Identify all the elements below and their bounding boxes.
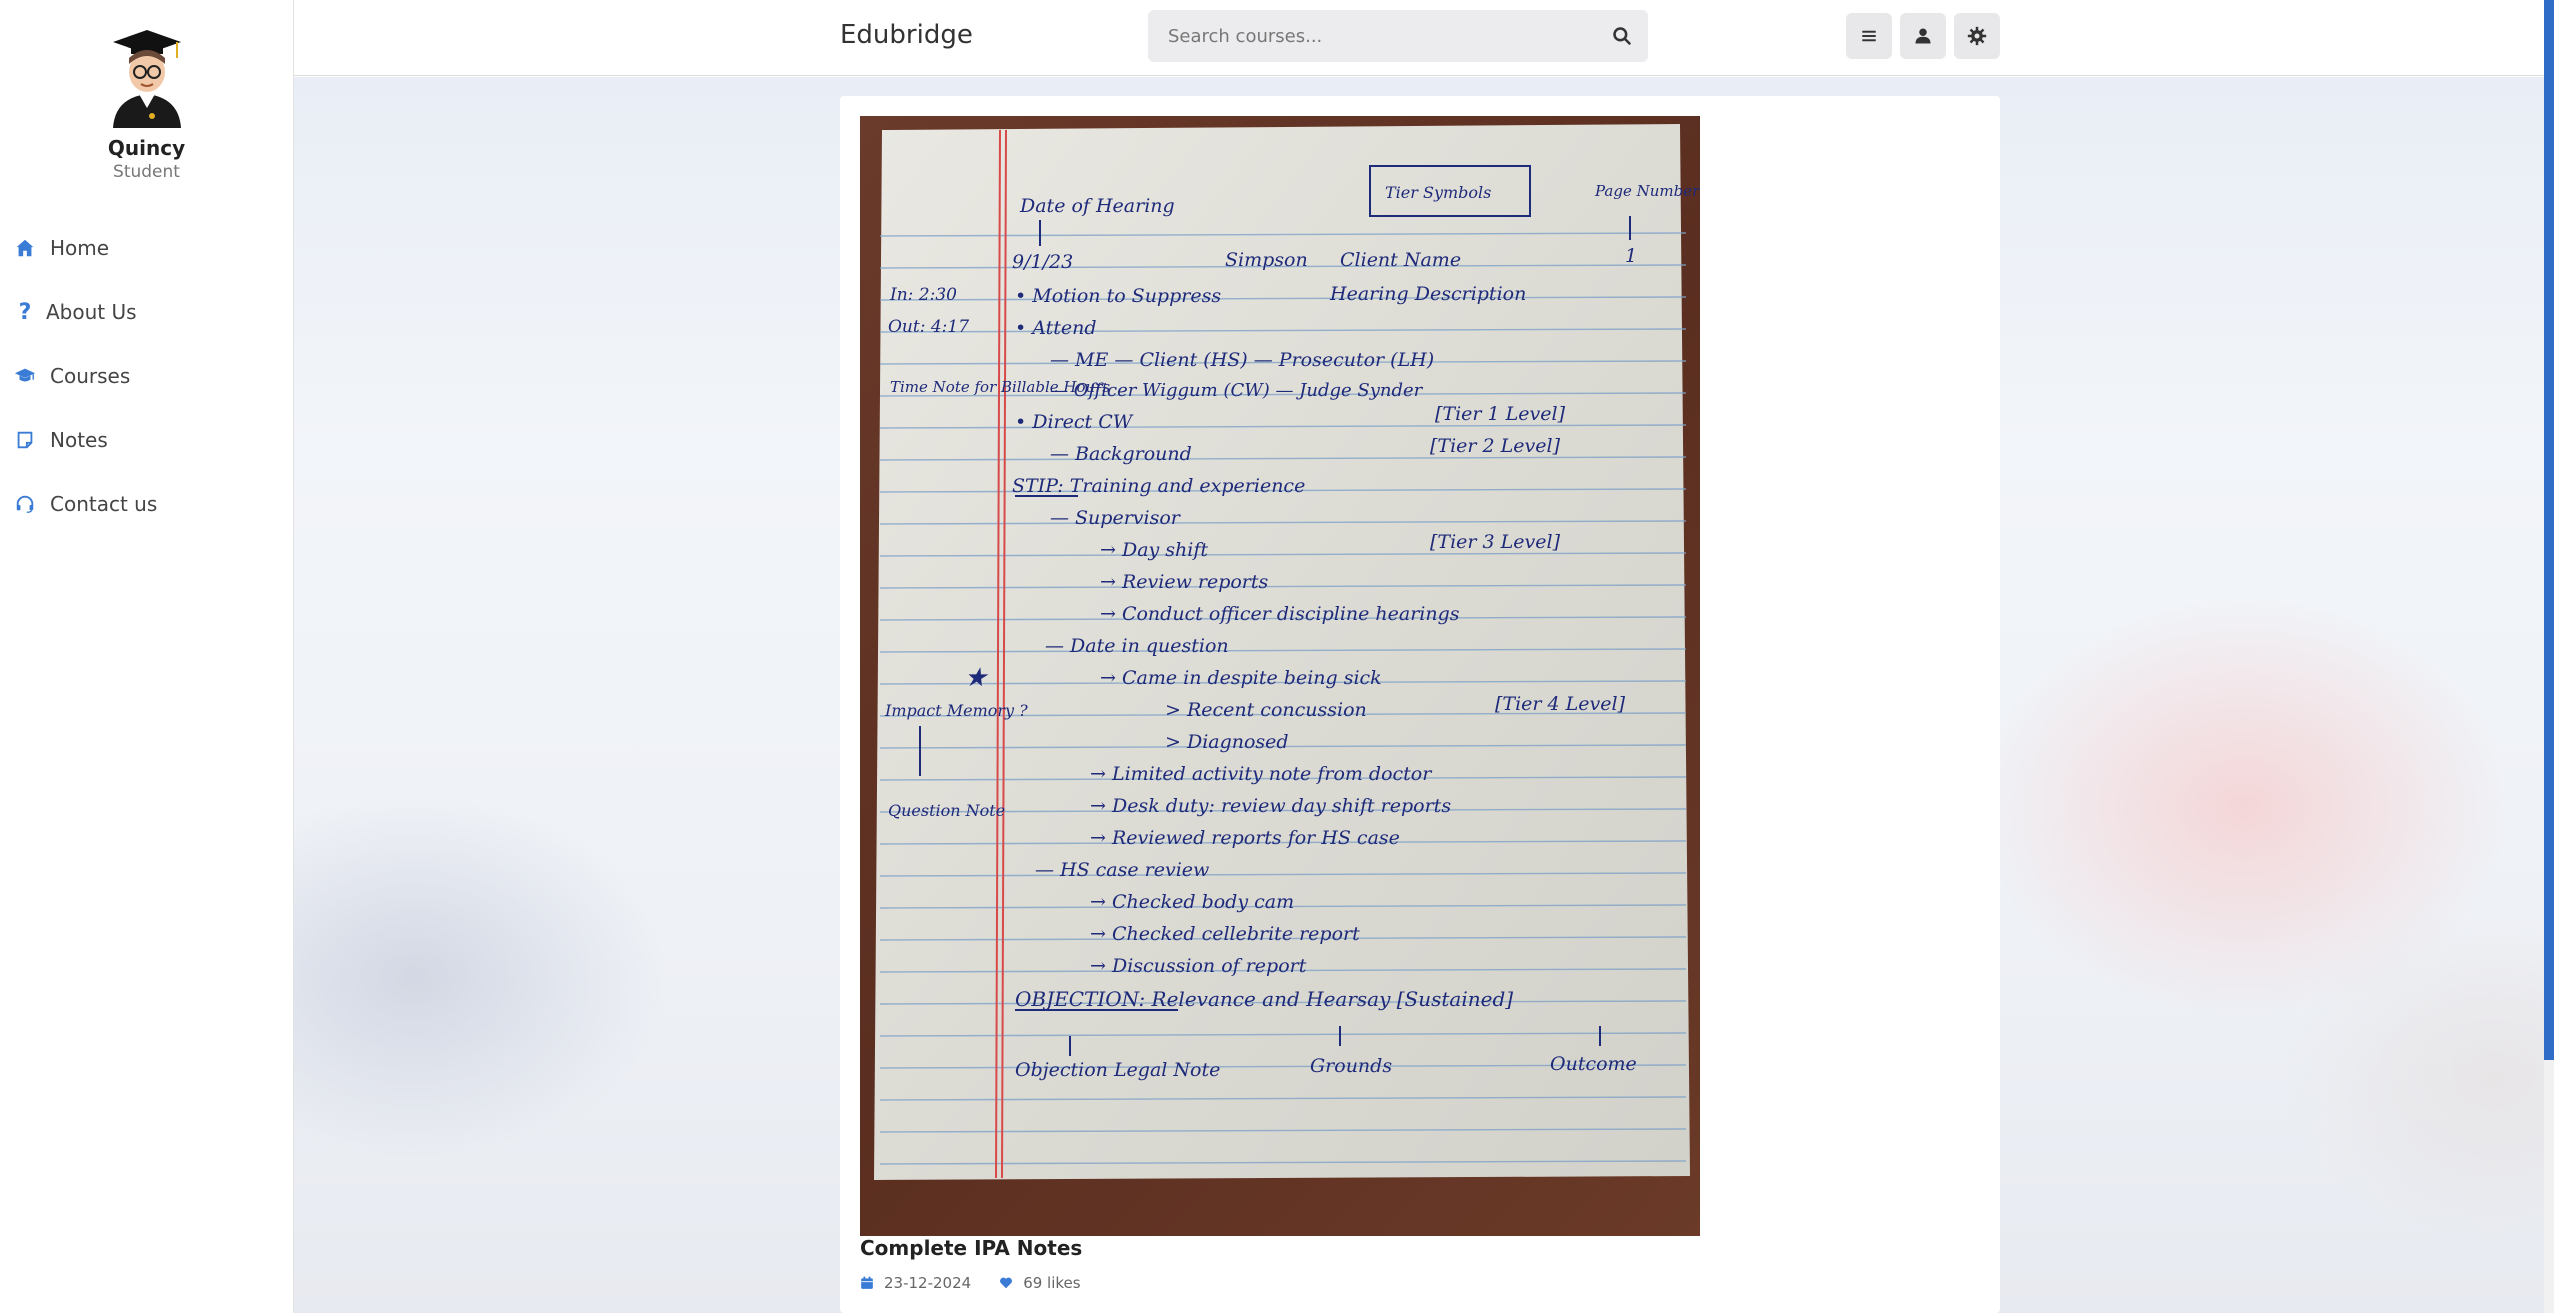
hw-client: Simpson [1225, 249, 1308, 271]
hw-line5: • Direct CW [1015, 411, 1134, 433]
hw-tier-symbols: Tier Symbols [1385, 183, 1491, 202]
hw-line14: > Recent concussion [1165, 699, 1367, 721]
sidebar-item-contact[interactable]: Contact us [0, 472, 293, 536]
note-meta: 23-12-2024 69 likes [860, 1274, 1081, 1292]
hw-client-label: Client Name [1340, 249, 1461, 271]
sidebar-item-label: About Us [46, 300, 137, 324]
hw-line8: — Supervisor [1050, 507, 1182, 529]
hw-line2: • Attend [1015, 317, 1097, 339]
hw-objection: OBJECTION: Relevance and Hearsay [Sustai… [1015, 987, 1513, 1011]
hw-line3: — ME — Client (HS) — Prosecutor (LH) [1050, 349, 1434, 371]
sidebar-nav: Home ? About Us Courses Notes Contact us [0, 216, 293, 536]
calendar-icon [861, 1276, 873, 1289]
question-icon: ? [18, 299, 32, 325]
menu-button[interactable] [1846, 13, 1892, 59]
hw-grounds: Grounds [1310, 1055, 1392, 1077]
user-icon [1915, 28, 1931, 44]
sidebar-item-label: Home [50, 236, 110, 260]
sidebar-item-label: Notes [50, 428, 108, 452]
note-card: Date of Hearing Tier Symbols Page Number… [840, 96, 2000, 1313]
hw-legal-note: Objection Legal Note [1015, 1059, 1220, 1081]
graduation-cap-icon [14, 368, 36, 382]
note-date: 23-12-2024 [884, 1274, 972, 1292]
hw-outcome: Outcome [1550, 1053, 1637, 1075]
sidebar: Quincy Student Home ? About Us Courses N… [0, 0, 294, 1313]
note-likes: 69 likes [1023, 1274, 1081, 1292]
notebook-page-image: Date of Hearing Tier Symbols Page Number… [874, 124, 1700, 1180]
hw-line9: → Day shift [1100, 539, 1208, 561]
user-button[interactable] [1900, 13, 1946, 59]
hw-tier2: [Tier 2 Level] [1430, 435, 1561, 457]
hw-line20: → Checked body cam [1090, 891, 1294, 913]
menu-icon [1862, 30, 1876, 42]
note-icon [17, 431, 33, 449]
hw-page: 1 [1625, 245, 1637, 267]
hw-line18: → Reviewed reports for HS case [1090, 827, 1400, 849]
hw-line1: • Motion to Suppress [1015, 285, 1221, 307]
hw-tier4: [Tier 4 Level] [1495, 693, 1626, 715]
hw-line13: → Came in despite being sick [1100, 667, 1382, 689]
hw-line6: — Background [1050, 443, 1192, 465]
brand-title[interactable]: Edubridge [840, 20, 973, 50]
hw-page-number: Page Number [1594, 182, 1700, 200]
heart-icon[interactable] [999, 1276, 1013, 1290]
scrollbar-thumb[interactable] [2544, 0, 2554, 1060]
search-icon [1613, 27, 1631, 45]
profile: Quincy Student [0, 0, 293, 182]
hw-line15: > Diagnosed [1165, 731, 1289, 753]
hw-line11: → Conduct officer discipline hearings [1100, 603, 1460, 625]
profile-name: Quincy [107, 136, 186, 160]
headset-icon [16, 495, 34, 513]
note-title[interactable]: Complete IPA Notes [860, 1236, 1082, 1260]
hw-line4: — Officer Wiggum (CW) — Judge Synder [1050, 380, 1424, 401]
hw-line22: → Discussion of report [1090, 955, 1307, 977]
sidebar-item-about[interactable]: ? About Us [0, 280, 293, 344]
hw-line1-note: Hearing Description [1329, 283, 1526, 305]
top-bar: Edubridge [294, 0, 2554, 76]
search-box [1148, 10, 1648, 62]
hw-question-note: Question Note [888, 801, 1005, 820]
hw-line19: — HS case review [1035, 859, 1209, 881]
search-input[interactable] [1148, 25, 1596, 47]
search-button[interactable] [1596, 10, 1648, 62]
hw-impact: Impact Memory ? [884, 701, 1028, 720]
hw-line12: — Date in question [1045, 635, 1229, 657]
hw-line21: → Checked cellebrite report [1090, 923, 1360, 945]
sidebar-item-label: Contact us [50, 492, 158, 516]
settings-icon [1967, 26, 1987, 46]
sidebar-item-home[interactable]: Home [0, 216, 293, 280]
hw-time-in: In: 2:30 [889, 285, 957, 305]
hw-line16: → Limited activity note from doctor [1090, 763, 1433, 785]
hw-time-out: Out: 4:17 [888, 317, 969, 337]
home-icon [16, 239, 34, 257]
hw-tier1: [Tier 1 Level] [1435, 403, 1566, 425]
sidebar-item-label: Courses [50, 364, 131, 388]
star-mark: ★ [964, 663, 989, 693]
hw-line10: → Review reports [1100, 571, 1269, 593]
profile-role: Student [113, 162, 180, 182]
hw-line7: STIP: Training and experience [1012, 475, 1305, 497]
settings-button[interactable] [1954, 13, 2000, 59]
sidebar-item-courses[interactable]: Courses [0, 344, 293, 408]
note-image[interactable]: Date of Hearing Tier Symbols Page Number… [860, 116, 1700, 1236]
avatar [112, 30, 181, 128]
hw-line17: → Desk duty: review day shift reports [1090, 795, 1451, 817]
hw-tier3: [Tier 3 Level] [1430, 531, 1561, 553]
sidebar-item-notes[interactable]: Notes [0, 408, 293, 472]
scrollbar[interactable] [2544, 0, 2554, 1313]
hw-date: 9/1/23 [1012, 251, 1073, 273]
hw-date-label: Date of Hearing [1019, 195, 1175, 217]
